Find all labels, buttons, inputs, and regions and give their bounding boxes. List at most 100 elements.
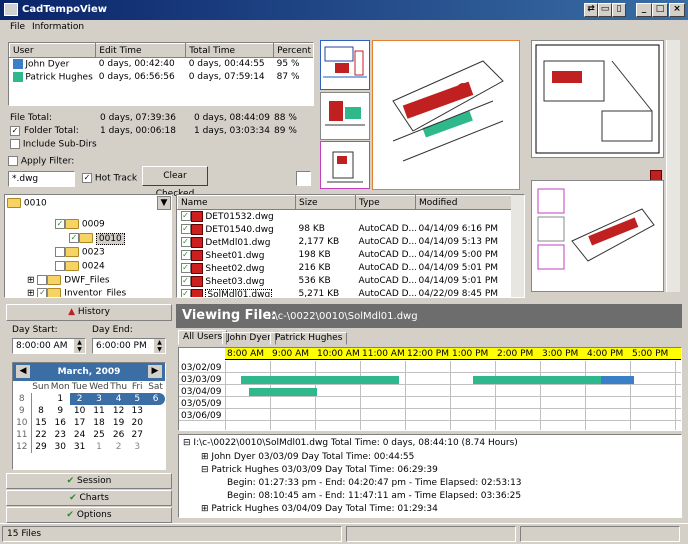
extra-button-3[interactable]: ▯ bbox=[612, 3, 626, 17]
calendar-day[interactable]: 19 bbox=[109, 417, 128, 429]
files-scrollbar[interactable] bbox=[511, 195, 524, 297]
apply-filter[interactable]: Apply Filter: bbox=[8, 156, 74, 167]
file-row[interactable]: ✓ Sheet03.dwg 536 KB AutoCAD D... 04/14/09 … bbox=[178, 275, 512, 288]
tab-patrick-hughes[interactable]: Patrick Hughes bbox=[270, 332, 348, 345]
tree-item[interactable]: 0010 bbox=[7, 198, 47, 211]
sheet-preview[interactable] bbox=[531, 40, 664, 158]
log-entry[interactable]: ⊞ Patrick Hughes 03/04/09 Day Total Time… bbox=[201, 504, 438, 514]
file-checkbox[interactable]: ✓ bbox=[180, 250, 191, 260]
calendar-day[interactable]: 8 bbox=[31, 405, 50, 417]
collapse-icon[interactable]: ⊟ bbox=[183, 438, 191, 448]
tree-item[interactable]: ⊞ ✓ Inventor_Files bbox=[27, 288, 126, 297]
tree-item[interactable]: ⊞ DWF_Files bbox=[27, 275, 110, 288]
log-root[interactable]: ⊟ I:\c-\0022\0010\SolMdl01.dwg Total Tim… bbox=[183, 438, 518, 448]
extra-button-1[interactable]: ⇄ bbox=[584, 3, 598, 17]
tab-all-users[interactable]: All Users bbox=[178, 330, 228, 345]
log-entry[interactable]: ⊟ Patrick Hughes 03/03/09 Day Total Time… bbox=[201, 465, 438, 475]
tree-checkbox[interactable] bbox=[55, 261, 65, 271]
filter-input[interactable]: *.dwg bbox=[8, 171, 75, 187]
calendar-day[interactable]: 1 bbox=[89, 441, 109, 453]
tree-item[interactable]: 0023 bbox=[55, 247, 105, 260]
calendar-day[interactable]: 12 bbox=[109, 405, 128, 417]
hot-track-checkbox[interactable]: ✓ bbox=[82, 173, 92, 183]
collapse-icon[interactable]: ⊟ bbox=[201, 465, 209, 475]
expand-icon[interactable]: ⊞ bbox=[27, 276, 35, 286]
thumbnail-2[interactable] bbox=[320, 92, 370, 140]
thumbnail-3[interactable] bbox=[320, 141, 370, 189]
tree-checkbox[interactable]: ✓ bbox=[37, 288, 48, 297]
file-checkbox[interactable]: ✓ bbox=[180, 276, 191, 286]
hot-track[interactable]: ✓ Hot Track bbox=[82, 173, 137, 184]
calendar-day[interactable]: 22 bbox=[31, 429, 50, 441]
session-bar-patrick[interactable] bbox=[241, 376, 399, 384]
tree-item[interactable]: ✓ 0010 bbox=[69, 232, 125, 246]
calendar-day[interactable]: 11 bbox=[89, 405, 109, 417]
calendar-day[interactable]: 26 bbox=[109, 429, 128, 441]
session-bar-john[interactable] bbox=[601, 376, 634, 384]
maximize-button[interactable]: □ bbox=[652, 3, 668, 17]
file-checkbox[interactable]: ✓ bbox=[180, 237, 191, 247]
calendar-day[interactable]: 10 bbox=[70, 405, 89, 417]
expand-icon[interactable]: ⊞ bbox=[201, 452, 209, 462]
calendar-day[interactable]: 4 bbox=[108, 393, 129, 405]
calendar-day[interactable]: 31 bbox=[70, 441, 89, 453]
file-row[interactable]: ✓ Sheet01.dwg 198 KB AutoCAD D... 04/14/09 … bbox=[178, 249, 512, 262]
session-button[interactable]: ✔ Session bbox=[6, 473, 172, 489]
calendar-day[interactable]: 2 bbox=[109, 441, 128, 453]
main-preview[interactable] bbox=[372, 40, 520, 190]
col-total-time[interactable]: Total Time bbox=[185, 43, 275, 58]
tree-checkbox[interactable] bbox=[37, 275, 48, 285]
tree-item[interactable]: ✓ 0009 bbox=[55, 219, 105, 232]
file-row[interactable]: ✓ DET01532.dwg bbox=[178, 210, 512, 223]
right-scrollbar[interactable] bbox=[666, 40, 680, 292]
tree-checkbox[interactable]: ✓ bbox=[69, 233, 79, 243]
tab-john-dyer[interactable]: John Dyer bbox=[222, 332, 276, 345]
next-month-button[interactable]: ▶ bbox=[148, 365, 162, 378]
history-button[interactable]: ▲ History bbox=[6, 304, 172, 321]
tree-checkbox[interactable] bbox=[55, 247, 65, 257]
tree-dropdown-icon[interactable]: ▼ bbox=[157, 196, 171, 210]
calendar-day[interactable]: 2 bbox=[70, 393, 90, 405]
close-button[interactable]: × bbox=[669, 3, 685, 17]
charts-button[interactable]: ✔ Charts bbox=[6, 490, 172, 506]
calendar-day[interactable]: 6 bbox=[146, 393, 165, 405]
model-preview[interactable] bbox=[531, 180, 664, 292]
include-subdirs-checkbox[interactable] bbox=[10, 139, 20, 149]
minimize-button[interactable]: _ bbox=[636, 3, 652, 17]
prev-month-button[interactable]: ◀ bbox=[16, 365, 30, 378]
menu-file[interactable]: File bbox=[10, 22, 25, 32]
file-checkbox[interactable]: ✓ bbox=[180, 263, 191, 273]
col-percent[interactable]: Percent bbox=[273, 43, 313, 58]
tree-item[interactable]: 0024 bbox=[55, 261, 105, 274]
calendar-day[interactable]: 20 bbox=[128, 417, 146, 429]
file-row[interactable]: ✓ DetMdl01.dwg 2,177 KB AutoCAD D... 04/14/… bbox=[178, 236, 512, 249]
calendar-day[interactable]: 27 bbox=[128, 429, 146, 441]
table-row[interactable]: Patrick Hughes 0 days, 06:56:56 0 days, … bbox=[10, 71, 314, 84]
expand-icon[interactable]: ⊞ bbox=[201, 504, 209, 514]
color-swatch[interactable] bbox=[296, 171, 311, 186]
day-start-input[interactable]: 8:00:00 AM ▲ ▼ bbox=[12, 338, 86, 354]
col-type[interactable]: Type bbox=[355, 195, 416, 210]
col-edit-time[interactable]: Edit Time bbox=[95, 43, 187, 58]
file-checkbox[interactable]: ✓ bbox=[180, 289, 191, 297]
calendar-day[interactable]: 23 bbox=[50, 429, 70, 441]
tree-checkbox[interactable]: ✓ bbox=[55, 219, 65, 229]
calendar-day[interactable]: 18 bbox=[89, 417, 109, 429]
spinner-icon[interactable]: ▲ ▼ bbox=[154, 339, 165, 353]
file-checkbox[interactable]: ✓ bbox=[180, 224, 191, 234]
apply-filter-checkbox[interactable] bbox=[8, 156, 18, 166]
table-row[interactable]: John Dyer 0 days, 00:42:40 0 days, 00:44… bbox=[10, 58, 314, 71]
col-name[interactable]: Name bbox=[177, 195, 296, 210]
calendar-day[interactable]: 3 bbox=[128, 441, 146, 453]
col-size[interactable]: Size bbox=[295, 195, 356, 210]
file-checkbox[interactable]: ✓ bbox=[180, 211, 191, 222]
calendar-day[interactable]: 24 bbox=[70, 429, 89, 441]
calendar-day[interactable]: 30 bbox=[50, 441, 70, 453]
col-modified[interactable]: Modified bbox=[415, 195, 512, 210]
file-row[interactable]: ✓ DET01540.dwg 98 KB AutoCAD D... 04/14/09 … bbox=[178, 223, 512, 236]
calendar-day[interactable]: 9 bbox=[50, 405, 70, 417]
calendar-day[interactable]: 29 bbox=[31, 441, 50, 453]
calendar-day[interactable]: 25 bbox=[89, 429, 109, 441]
calendar-day[interactable]: 17 bbox=[70, 417, 89, 429]
extra-button-2[interactable]: ▭ bbox=[598, 3, 612, 17]
